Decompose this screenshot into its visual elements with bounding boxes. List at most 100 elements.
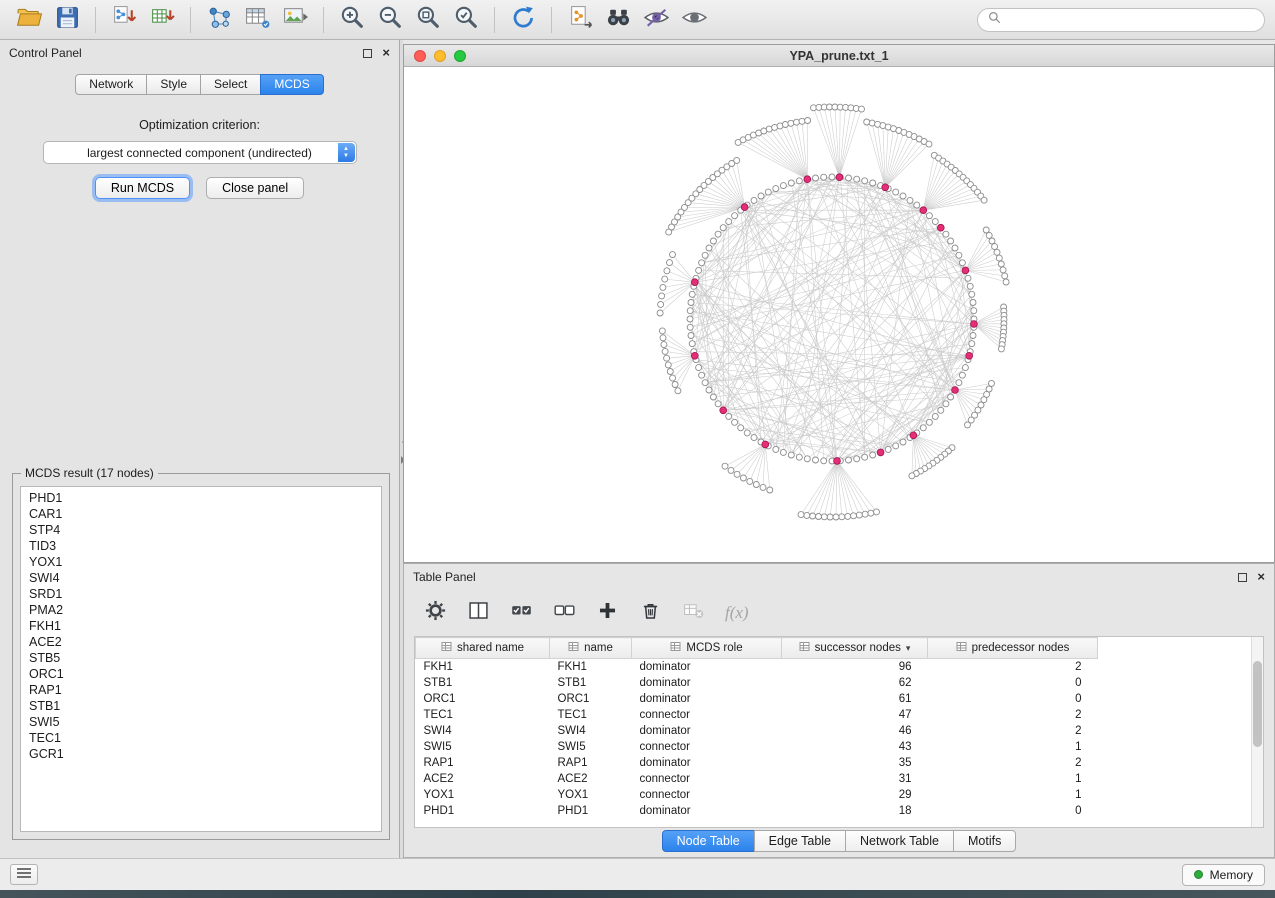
zoom-in-button[interactable] [333,4,371,36]
search-binoculars-button[interactable] [599,4,637,36]
network-table-button[interactable] [238,4,276,36]
tab-edge-table[interactable]: Edge Table [754,830,846,852]
table-row[interactable]: FKH1FKH1dominator962 [416,659,1253,675]
table-cell: 43 [782,739,928,755]
show-hide-button[interactable] [675,4,713,36]
close-table-panel-icon[interactable]: × [1257,571,1265,583]
first-neighbors-icon [643,4,670,36]
column-header-MCDS-role[interactable]: MCDS role [632,638,782,659]
search-input[interactable] [1007,12,1255,28]
mcds-result-item[interactable]: SWI4 [21,570,381,586]
table-cell: 0 [928,803,1098,819]
deselect-all-icon [553,599,576,627]
table-cell: 46 [782,723,928,739]
tab-motifs[interactable]: Motifs [953,830,1016,852]
table-row[interactable]: SWI5SWI5connector431 [416,739,1253,755]
first-neighbors-button[interactable] [637,4,675,36]
tab-mcds[interactable]: MCDS [260,74,323,95]
mcds-result-item[interactable]: TEC1 [21,730,381,746]
zoom-out-button[interactable] [371,4,409,36]
column-header-shared-name[interactable]: shared name [416,638,550,659]
close-panel-icon[interactable]: × [382,47,390,59]
mcds-result-item[interactable]: TID3 [21,538,381,554]
tab-network-table[interactable]: Network Table [845,830,954,852]
maximize-window-button[interactable] [454,50,466,62]
sort-direction-icon: ▾ [906,643,911,654]
zoom-fit-button[interactable] [409,4,447,36]
create-column-button[interactable] [596,599,619,627]
mcds-result-item[interactable]: STP4 [21,522,381,538]
mcds-result-item[interactable]: ACE2 [21,634,381,650]
table-cell: PHD1 [416,803,550,819]
column-header-name[interactable]: name [550,638,632,659]
mcds-result-item[interactable]: SWI5 [21,714,381,730]
minimize-window-button[interactable] [434,50,446,62]
tab-network[interactable]: Network [75,74,147,95]
new-network-button[interactable] [200,4,238,36]
network-canvas[interactable] [404,67,1274,562]
column-options-icon [799,641,810,655]
mcds-result-item[interactable]: STB1 [21,698,381,714]
deselect-all-button[interactable] [553,599,576,627]
open-folder-button[interactable] [10,4,48,36]
show-hide-columns-button[interactable] [467,599,490,627]
table-cell: FKH1 [416,659,550,675]
delete-table-button [682,599,705,627]
close-panel-button[interactable]: Close panel [206,177,304,199]
table-row[interactable]: STB1STB1dominator620 [416,675,1253,691]
table-cell: 62 [782,675,928,691]
mcds-result-item[interactable]: STB5 [21,650,381,666]
mcds-result-item[interactable]: YOX1 [21,554,381,570]
table-mode-gear-button[interactable] [424,599,447,627]
table-cell: 2 [928,755,1098,771]
close-window-button[interactable] [414,50,426,62]
criterion-dropdown[interactable]: largest connected component (undirected)… [43,141,357,164]
mcds-result-item[interactable]: RAP1 [21,682,381,698]
tab-style[interactable]: Style [146,74,201,95]
search-box[interactable] [977,8,1265,32]
clone-network-button[interactable] [561,4,599,36]
network-window[interactable]: YPA_prune.txt_1 [403,44,1275,563]
table-cell: FKH1 [550,659,632,675]
mcds-result-item[interactable]: ORC1 [21,666,381,682]
table-row[interactable]: PHD1PHD1dominator180 [416,803,1253,819]
export-image-button[interactable] [276,4,314,36]
mcds-result-item[interactable]: PHD1 [21,490,381,506]
mcds-result-item[interactable]: SRD1 [21,586,381,602]
import-network-file-button[interactable] [105,4,143,36]
table-row[interactable]: SWI4SWI4dominator462 [416,723,1253,739]
toolbar-separator [494,7,495,33]
save-button[interactable] [48,4,86,36]
table-row[interactable]: ACE2ACE2connector311 [416,771,1253,787]
table-cell: dominator [632,659,782,675]
column-options-icon [956,641,967,655]
float-panel-icon[interactable] [363,49,372,58]
table-scrollbar-thumb[interactable] [1253,661,1262,747]
select-all-button[interactable] [510,599,533,627]
import-table-file-button[interactable] [143,4,181,36]
tab-node-table[interactable]: Node Table [662,830,755,852]
show-hide-columns-icon [467,599,490,627]
refresh-button[interactable] [504,4,542,36]
mcds-result-item[interactable]: FKH1 [21,618,381,634]
table-row[interactable]: ORC1ORC1dominator610 [416,691,1253,707]
table-cell: 2 [928,707,1098,723]
column-header-predecessor-nodes[interactable]: predecessor nodes [928,638,1098,659]
float-table-panel-icon[interactable] [1238,573,1247,582]
memory-button[interactable]: Memory [1182,864,1265,886]
zoom-selected-icon [453,4,480,36]
mcds-result-item[interactable]: CAR1 [21,506,381,522]
table-row[interactable]: YOX1YOX1connector291 [416,787,1253,803]
zoom-selected-button[interactable] [447,4,485,36]
mcds-result-item[interactable]: GCR1 [21,746,381,762]
run-mcds-button[interactable]: Run MCDS [95,177,190,199]
delete-selected-button[interactable] [639,599,662,627]
panel-menu-button[interactable] [10,864,38,885]
mcds-result-item[interactable]: PMA2 [21,602,381,618]
table-row[interactable]: TEC1TEC1connector472 [416,707,1253,723]
tab-select[interactable]: Select [200,74,261,95]
table-scrollbar[interactable] [1251,637,1263,827]
table-row[interactable]: RAP1RAP1dominator352 [416,755,1253,771]
column-header-successor-nodes[interactable]: successor nodes▾ [782,638,928,659]
toolbar-separator [190,7,191,33]
